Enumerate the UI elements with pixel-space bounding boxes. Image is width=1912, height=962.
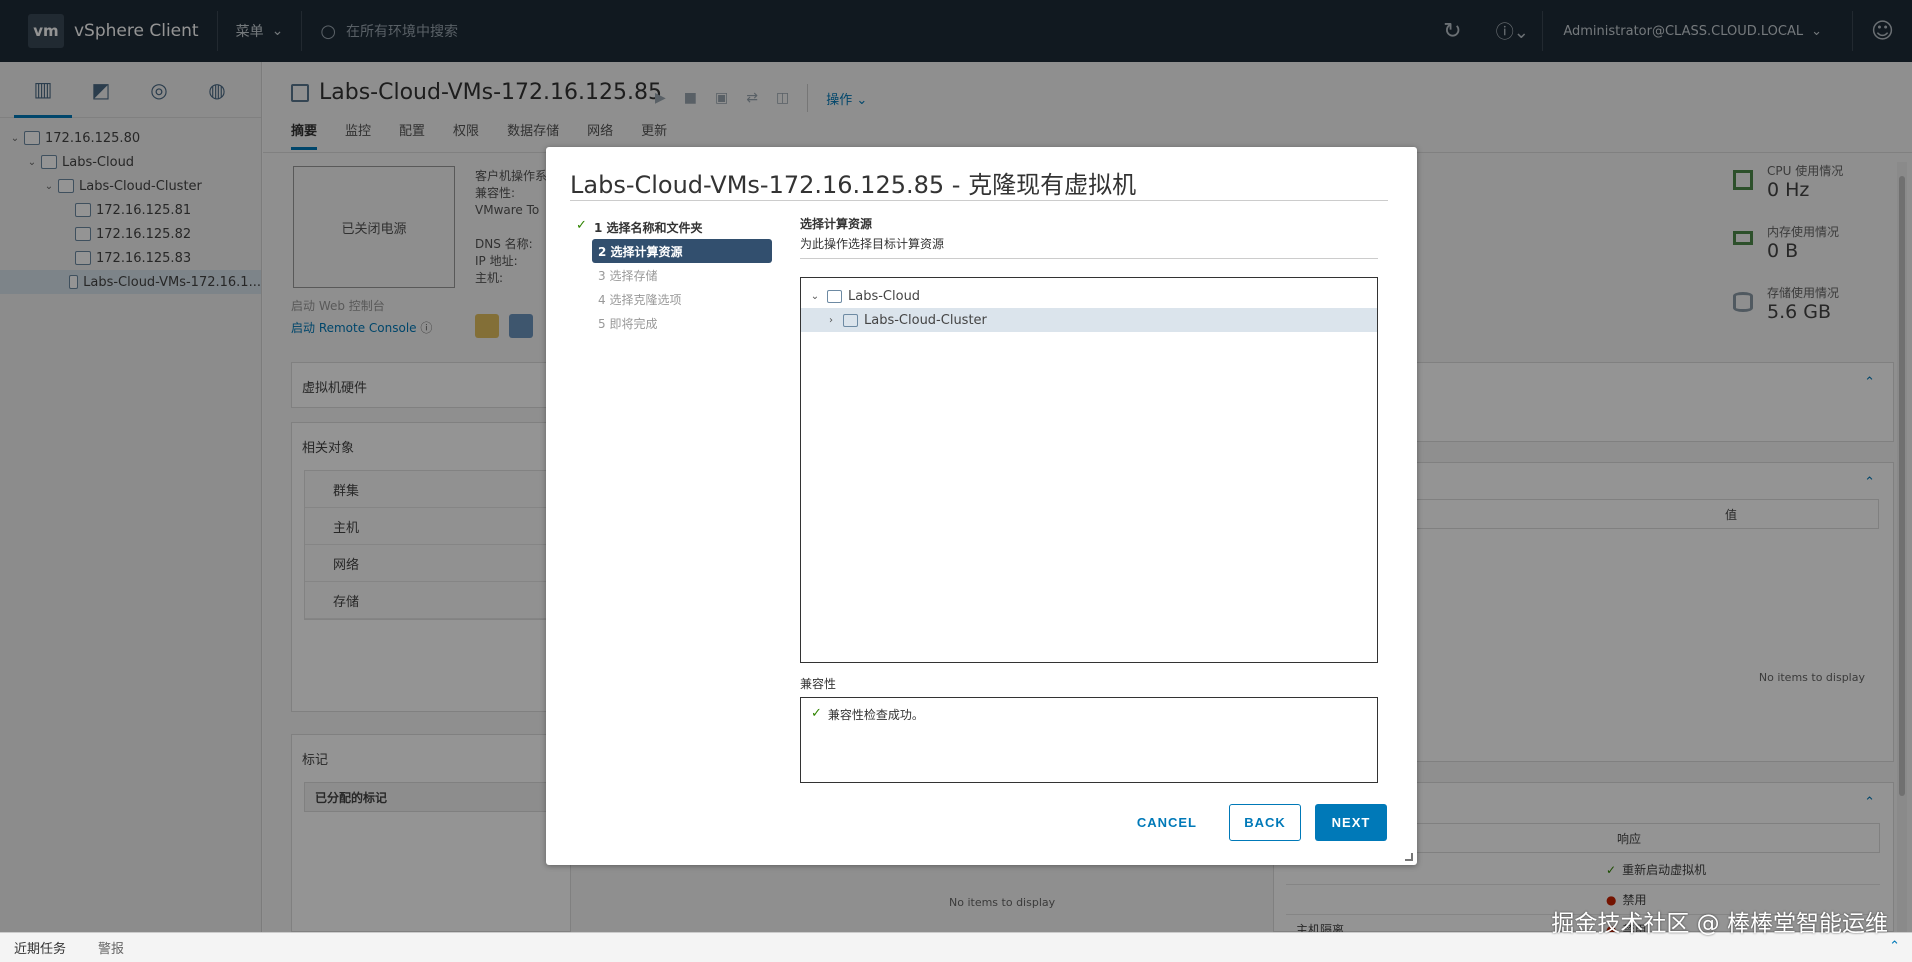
check-icon: ✓ <box>811 706 822 721</box>
compatibility-label: 兼容性 <box>800 677 837 691</box>
compute-tree-node[interactable]: ⌄ Labs-Cloud <box>801 284 1377 308</box>
wizard-step[interactable]: 3 选择存储 <box>576 263 772 287</box>
cluster-icon <box>843 313 858 327</box>
compatibility-panel: ✓ 兼容性检查成功。 <box>800 697 1378 783</box>
expand-icon[interactable]: ⌃ <box>1889 939 1900 954</box>
tree-node-label: Labs-Cloud <box>848 288 921 304</box>
step-pane: 选择计算资源 为此操作选择目标计算资源 <box>800 215 1378 259</box>
alarms-tab[interactable]: 警报 <box>98 938 124 957</box>
recent-tasks-tab[interactable]: 近期任务 <box>14 938 66 957</box>
step-title: 选择计算资源 <box>800 217 873 231</box>
next-button[interactable]: NEXT <box>1315 804 1387 841</box>
datacenter-icon <box>827 289 842 303</box>
watermark-text: 掘金技术社区 @ 棒棒堂智能运维 <box>1551 911 1888 937</box>
wizard-step[interactable]: 4 选择克隆选项 <box>576 287 772 311</box>
cancel-button[interactable]: CANCEL <box>1119 804 1215 841</box>
wizard-step-label: 5 即将完成 <box>598 316 658 331</box>
wizard-step[interactable]: 2 选择计算资源 <box>592 239 772 263</box>
wizard-step-label: 4 选择克隆选项 <box>598 292 682 307</box>
compute-resource-tree[interactable]: ⌄ Labs-Cloud › Labs-Cloud-Cluster <box>800 277 1378 663</box>
wizard-step-label: 2 选择计算资源 <box>598 244 683 259</box>
step-subtitle: 为此操作选择目标计算资源 <box>800 235 1378 259</box>
check-icon: ✓ <box>576 218 587 233</box>
back-button[interactable]: BACK <box>1229 804 1301 841</box>
dialog-title: Labs-Cloud-VMs-172.16.125.85 - 克隆现有虚拟机 <box>570 171 1137 199</box>
wizard-step[interactable]: ✓ 1 选择名称和文件夹 <box>576 215 772 239</box>
caret-icon[interactable]: › <box>823 315 839 326</box>
resize-handle[interactable] <box>1405 853 1413 861</box>
tree-node-label: Labs-Cloud-Cluster <box>864 312 987 328</box>
compatibility-message: 兼容性检查成功。 <box>827 708 924 722</box>
clone-vm-wizard: Labs-Cloud-VMs-172.16.125.85 - 克隆现有虚拟机 ✓… <box>546 147 1417 865</box>
wizard-step-label: 1 选择名称和文件夹 <box>594 220 703 235</box>
caret-icon[interactable]: ⌄ <box>807 291 823 302</box>
wizard-step[interactable]: 5 即将完成 <box>576 311 772 335</box>
compute-tree-node[interactable]: › Labs-Cloud-Cluster <box>801 308 1377 332</box>
wizard-step-label: 3 选择存储 <box>598 268 658 283</box>
wizard-steps: ✓ 1 选择名称和文件夹 2 选择计算资源 3 选择存储 4 选择克隆选项 5 即将完成 <box>576 215 772 335</box>
